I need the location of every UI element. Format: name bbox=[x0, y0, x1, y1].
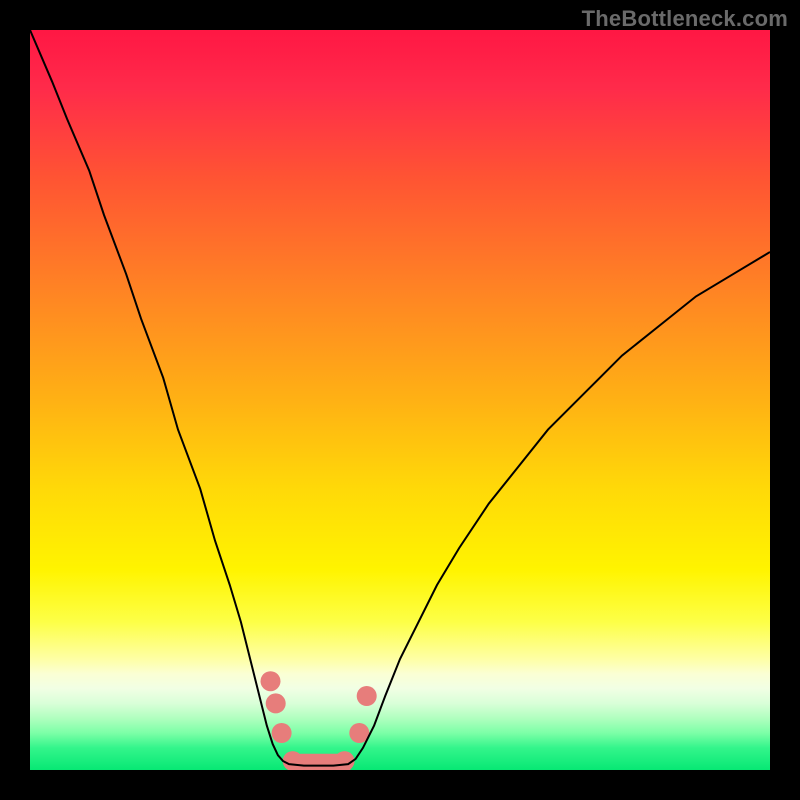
bottleneck-curve bbox=[30, 30, 770, 766]
plot-area bbox=[30, 30, 770, 770]
watermark-attribution: TheBottleneck.com bbox=[582, 6, 788, 32]
chart-frame: TheBottleneck.com bbox=[0, 0, 800, 800]
curve-layer bbox=[30, 30, 770, 770]
